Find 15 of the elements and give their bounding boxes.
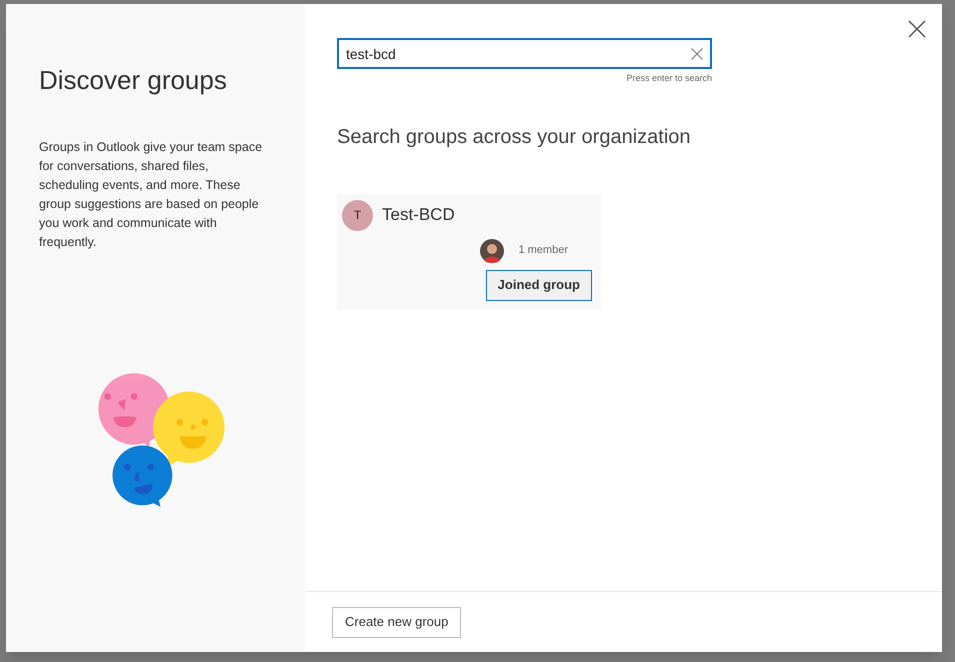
search-hint: Press enter to search xyxy=(626,72,712,85)
group-card[interactable]: T Test-BCD 1 member Joined group xyxy=(337,194,601,310)
close-button[interactable] xyxy=(906,18,928,40)
group-avatar: T xyxy=(342,200,373,230)
close-icon xyxy=(908,20,926,38)
member-avatar-icon xyxy=(480,238,504,262)
joined-group-button[interactable]: Joined group xyxy=(486,270,592,300)
dialog-title: Discover groups xyxy=(39,64,228,96)
dialog-description: Groups in Outlook give your team space for conversations, shared files, scheduling events, and more. These group suggestions are based on people you work and communicate with frequently. xyxy=(39,139,264,251)
section-heading: Search groups across your organization xyxy=(337,124,692,150)
member-count: 1 member xyxy=(518,243,568,258)
group-name: Test-BCD xyxy=(382,204,455,226)
search-field[interactable]: test-bcd xyxy=(337,38,712,69)
create-group-button[interactable]: Create new group xyxy=(332,606,462,638)
clear-icon[interactable] xyxy=(691,48,703,60)
